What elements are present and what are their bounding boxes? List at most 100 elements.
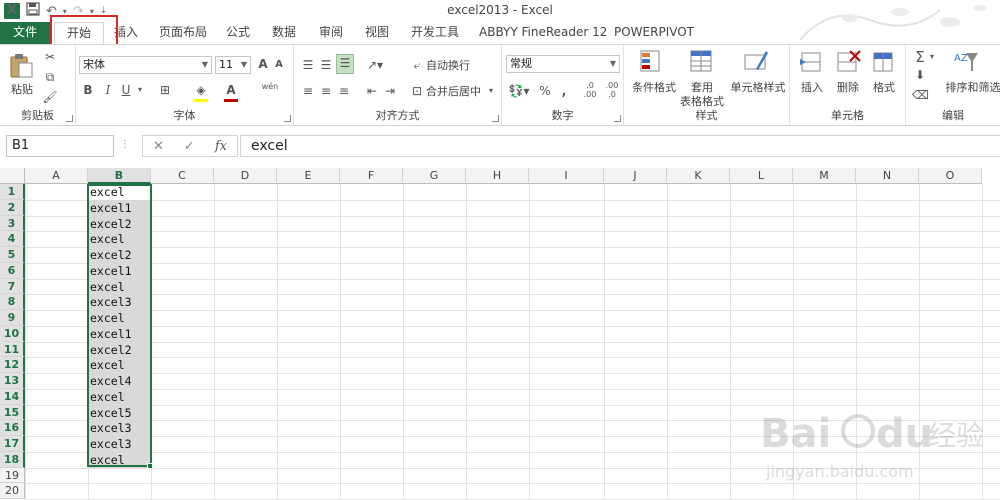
orientation-icon[interactable]: ↗▾: [364, 57, 386, 73]
column-header-a[interactable]: A: [25, 168, 88, 184]
insert-cells-icon[interactable]: [798, 49, 826, 75]
merge-center-button[interactable]: 合并后居中: [426, 83, 481, 99]
column-header-l[interactable]: L: [730, 168, 793, 184]
bold-button[interactable]: B: [82, 82, 94, 98]
borders-icon[interactable]: ⊞: [156, 82, 174, 98]
tab-powerpivot[interactable]: POWERPIVOT: [614, 22, 694, 44]
delete-cells-button[interactable]: 删除: [832, 79, 864, 95]
column-header-f[interactable]: F: [340, 168, 403, 184]
fill-color-icon[interactable]: ◈: [192, 82, 210, 98]
row-header-5[interactable]: 5: [0, 247, 25, 263]
format-cells-button[interactable]: 格式: [868, 79, 900, 95]
column-header-b[interactable]: B: [88, 168, 151, 184]
paste-button[interactable]: 粘贴: [6, 81, 38, 97]
decrease-decimal-button[interactable]: .00.0: [602, 81, 622, 99]
format-painter-icon[interactable]: 🖌: [42, 89, 58, 105]
sort-filter-icon[interactable]: AZ: [952, 49, 980, 75]
font-name-select[interactable]: 宋体 ▼: [79, 56, 212, 74]
tab-review[interactable]: 审阅: [319, 22, 343, 44]
formula-bar-handle-icon[interactable]: ⋮: [120, 139, 130, 150]
underline-dropdown-icon[interactable]: ▾: [136, 82, 144, 98]
tab-formulas[interactable]: 公式: [226, 22, 250, 44]
row-header-1[interactable]: 1: [0, 184, 25, 200]
column-header-j[interactable]: J: [604, 168, 667, 184]
row-header-20[interactable]: 20: [0, 483, 25, 499]
row-header-6[interactable]: 6: [0, 262, 25, 279]
format-cells-icon[interactable]: [870, 49, 898, 75]
fill-handle[interactable]: [147, 463, 153, 469]
column-header-h[interactable]: H: [466, 168, 529, 184]
insert-cells-button[interactable]: 插入: [796, 79, 828, 95]
comma-style-button[interactable]: ,: [558, 83, 570, 99]
number-format-select[interactable]: 常规 ▼: [506, 55, 620, 73]
copy-icon[interactable]: ⧉: [42, 69, 58, 85]
row-header-4[interactable]: 4: [0, 231, 25, 247]
tab-data[interactable]: 数据: [272, 22, 296, 44]
row-header-2[interactable]: 2: [0, 199, 25, 216]
row-header-11[interactable]: 11: [0, 341, 25, 358]
row-header-17[interactable]: 17: [0, 436, 25, 452]
align-right-icon[interactable]: ≡: [336, 83, 352, 99]
cell-styles-button[interactable]: 单元格样式: [728, 79, 788, 95]
column-header-g[interactable]: G: [403, 168, 466, 184]
formula-input[interactable]: excel: [240, 135, 1000, 157]
column-header-o[interactable]: O: [919, 168, 982, 184]
clear-icon[interactable]: ⌫: [912, 87, 929, 103]
confirm-icon[interactable]: ✓: [184, 139, 195, 154]
sort-filter-button[interactable]: 排序和筛选: [942, 79, 1000, 95]
tab-abbyy[interactable]: ABBYY FineReader 12: [479, 22, 607, 44]
cancel-icon[interactable]: ✕: [153, 139, 164, 154]
tab-page-layout[interactable]: 页面布局: [159, 22, 207, 44]
column-header-e[interactable]: E: [277, 168, 340, 184]
shrink-font-button[interactable]: A: [273, 57, 285, 73]
insert-function-icon[interactable]: fx: [215, 139, 227, 154]
align-center-icon[interactable]: ≡: [318, 83, 334, 99]
row-header-16[interactable]: 16: [0, 420, 25, 436]
row-header-15[interactable]: 15: [0, 404, 25, 421]
increase-indent-icon[interactable]: ⇥: [382, 83, 398, 99]
tab-file[interactable]: 文件: [0, 22, 50, 44]
row-header-13[interactable]: 13: [0, 373, 25, 389]
align-middle-icon[interactable]: ☰: [318, 57, 334, 73]
select-all-corner[interactable]: [0, 168, 25, 184]
font-size-select[interactable]: 11 ▼: [215, 56, 251, 74]
conditional-formatting-icon[interactable]: [638, 49, 666, 75]
format-as-table-icon[interactable]: [688, 49, 716, 75]
conditional-formatting-button[interactable]: 条件格式: [628, 79, 680, 95]
row-header-9[interactable]: 9: [0, 310, 25, 326]
increase-decimal-button[interactable]: .0.00: [580, 81, 600, 99]
phonetic-guide-button[interactable]: wén: [260, 79, 280, 95]
number-launcher-icon[interactable]: [614, 115, 621, 122]
decrease-indent-icon[interactable]: ⇤: [364, 83, 380, 99]
column-header-i[interactable]: I: [529, 168, 604, 184]
column-header-m[interactable]: M: [793, 168, 856, 184]
column-header-k[interactable]: K: [667, 168, 730, 184]
align-top-icon[interactable]: ☰: [300, 57, 316, 73]
clipboard-launcher-icon[interactable]: [66, 115, 73, 122]
row-header-19[interactable]: 19: [0, 467, 25, 484]
merge-dropdown-icon[interactable]: ▾: [486, 83, 496, 99]
alignment-launcher-icon[interactable]: [492, 115, 499, 122]
column-header-d[interactable]: D: [214, 168, 277, 184]
name-box[interactable]: B1: [6, 135, 114, 157]
wrap-text-button[interactable]: 自动换行: [426, 57, 470, 73]
row-header-8[interactable]: 8: [0, 294, 25, 310]
font-launcher-icon[interactable]: [284, 115, 291, 122]
column-header-n[interactable]: N: [856, 168, 919, 184]
align-bottom-icon[interactable]: ☰: [336, 54, 354, 74]
row-header-3[interactable]: 3: [0, 215, 25, 232]
underline-button[interactable]: U: [120, 82, 132, 98]
italic-button[interactable]: I: [102, 82, 114, 98]
row-header-18[interactable]: 18: [0, 451, 25, 468]
paste-icon[interactable]: [8, 53, 36, 79]
row-header-14[interactable]: 14: [0, 388, 25, 405]
autosum-button[interactable]: Σ: [912, 49, 928, 65]
fill-icon[interactable]: ⬇: [912, 67, 928, 83]
font-color-button[interactable]: A: [224, 82, 238, 98]
row-header-10[interactable]: 10: [0, 325, 25, 342]
cell-styles-icon[interactable]: [742, 49, 770, 75]
cut-icon[interactable]: ✂: [42, 49, 58, 65]
row-header-7[interactable]: 7: [0, 278, 25, 295]
grow-font-button[interactable]: A: [256, 56, 270, 72]
column-header-c[interactable]: C: [151, 168, 214, 184]
